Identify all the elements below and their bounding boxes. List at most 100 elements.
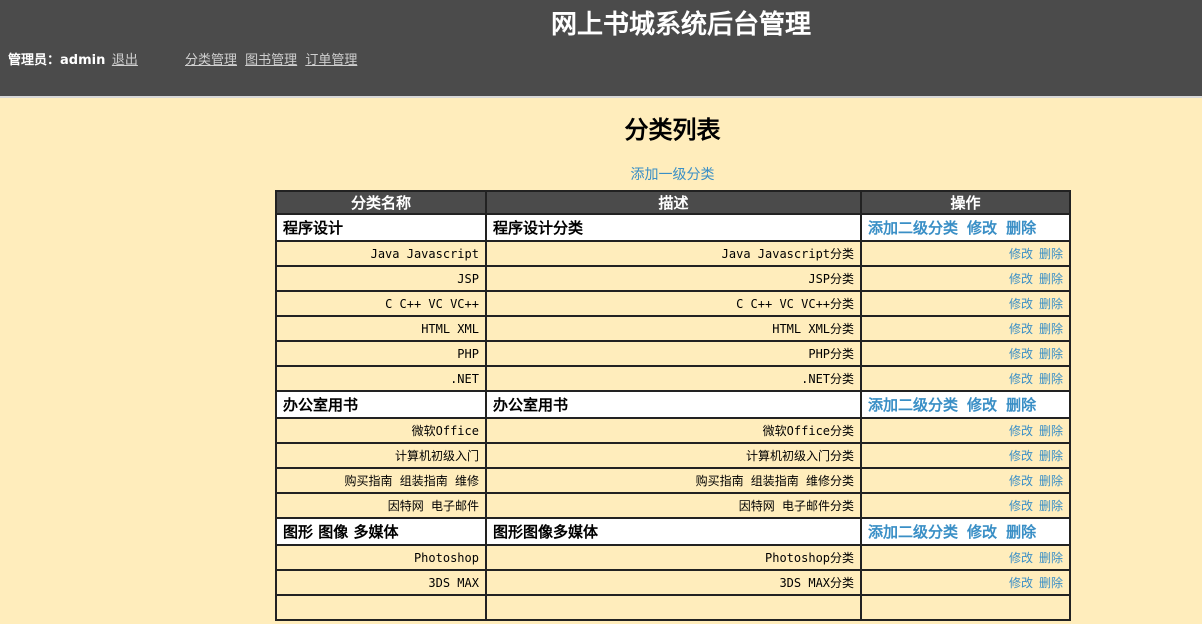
category-name-cell: 购买指南 组装指南 维修 bbox=[275, 467, 487, 494]
logout-link[interactable]: 退出 bbox=[112, 53, 138, 68]
category-ops-cell: 修改 删除 bbox=[860, 340, 1071, 367]
edit-link[interactable]: 修改 bbox=[1009, 576, 1033, 590]
add-subcategory-link[interactable]: 添加二级分类 bbox=[868, 396, 958, 414]
category-name-cell: JSP bbox=[275, 265, 487, 292]
delete-link[interactable]: 删除 bbox=[1039, 322, 1063, 336]
category-name-cell: 计算机初级入门 bbox=[275, 442, 487, 469]
delete-link[interactable]: 删除 bbox=[1039, 449, 1063, 463]
delete-link[interactable]: 删除 bbox=[1039, 247, 1063, 261]
category-row-level2: 微软Office 微软Office分类 修改 删除 bbox=[275, 417, 1071, 444]
category-desc-cell: PHP分类 bbox=[484, 340, 863, 367]
category-name-cell: PHP bbox=[275, 340, 487, 367]
edit-link[interactable]: 修改 bbox=[967, 396, 997, 414]
category-ops-cell: 修改 删除 bbox=[860, 569, 1071, 596]
category-desc-cell: 办公室用书 bbox=[484, 390, 863, 419]
delete-link[interactable]: 删除 bbox=[1039, 272, 1063, 286]
category-row-level2: 购买指南 组装指南 维修 购买指南 组装指南 维修分类 修改 删除 bbox=[275, 467, 1071, 494]
edit-link[interactable]: 修改 bbox=[1009, 247, 1033, 261]
column-header-desc: 描述 bbox=[484, 190, 863, 215]
edit-link[interactable]: 修改 bbox=[1009, 322, 1033, 336]
delete-link[interactable]: 删除 bbox=[1039, 499, 1063, 513]
column-header-ops: 操作 bbox=[860, 190, 1071, 215]
delete-link[interactable]: 删除 bbox=[1039, 474, 1063, 488]
category-desc-cell: JSP分类 bbox=[484, 265, 863, 292]
edit-link[interactable]: 修改 bbox=[1009, 551, 1033, 565]
category-name-cell: C C++ VC VC++ bbox=[275, 290, 487, 317]
add-subcategory-link[interactable]: 添加二级分类 bbox=[868, 219, 958, 237]
category-desc-cell: HTML XML分类 bbox=[484, 315, 863, 342]
category-ops-cell: 修改 删除 bbox=[860, 492, 1071, 519]
category-desc-cell: 微软Office分类 bbox=[484, 417, 863, 444]
category-row-level2: PHP PHP分类 修改 删除 bbox=[275, 340, 1071, 367]
category-table: 分类名称 描述 操作 程序设计 程序设计分类 添加二级分类 修改 删除 Java Java… bbox=[275, 190, 1071, 621]
category-row-level2: 计算机初级入门 计算机初级入门分类 修改 删除 bbox=[275, 442, 1071, 469]
delete-link[interactable]: 删除 bbox=[1039, 297, 1063, 311]
category-ops-cell: 修改 删除 bbox=[860, 265, 1071, 292]
category-desc-cell: 购买指南 组装指南 维修分类 bbox=[484, 467, 863, 494]
category-name-cell: Java Javascript bbox=[275, 240, 487, 267]
category-ops-cell: 修改 删除 bbox=[860, 544, 1071, 571]
admin-info: 管理员：admin 退出 bbox=[8, 49, 138, 68]
category-ops-cell: 添加二级分类 修改 删除 bbox=[860, 517, 1071, 546]
category-desc-cell: .NET分类 bbox=[484, 365, 863, 392]
category-name-cell: 3DS MAX bbox=[275, 569, 487, 596]
edit-link[interactable]: 修改 bbox=[967, 219, 997, 237]
category-desc-cell: 3DS MAX分类 bbox=[484, 569, 863, 596]
category-name-cell: 办公室用书 bbox=[275, 390, 487, 419]
add-top-category-link[interactable]: 添加一级分类 bbox=[0, 164, 1202, 184]
category-ops-cell: 修改 删除 bbox=[860, 442, 1071, 469]
delete-link[interactable]: 删除 bbox=[1006, 523, 1036, 541]
header-divider bbox=[0, 96, 1202, 98]
category-row-level1: 程序设计 程序设计分类 添加二级分类 修改 删除 bbox=[275, 213, 1071, 242]
category-ops-cell: 添加二级分类 修改 删除 bbox=[860, 213, 1071, 242]
category-ops-cell: 修改 删除 bbox=[860, 315, 1071, 342]
category-ops-cell: 修改 删除 bbox=[860, 240, 1071, 267]
header-bar: 网上书城系统后台管理 管理员：admin 退出 分类管理 图书管理 订单管理 bbox=[0, 0, 1202, 96]
delete-link[interactable]: 删除 bbox=[1006, 219, 1036, 237]
category-row-level2: Java Javascript Java Javascript分类 修改 删除 bbox=[275, 240, 1071, 267]
category-table-body: 程序设计 程序设计分类 添加二级分类 修改 删除 Java Javascript Java … bbox=[275, 213, 1071, 621]
category-desc-cell: C C++ VC VC++分类 bbox=[484, 290, 863, 317]
category-desc-cell: Java Javascript分类 bbox=[484, 240, 863, 267]
category-desc-cell: 因特网 电子邮件分类 bbox=[484, 492, 863, 519]
category-row-level2: HTML XML HTML XML分类 修改 删除 bbox=[275, 315, 1071, 342]
edit-link[interactable]: 修改 bbox=[1009, 424, 1033, 438]
delete-link[interactable]: 删除 bbox=[1039, 347, 1063, 361]
edit-link[interactable]: 修改 bbox=[1009, 297, 1033, 311]
site-title: 网上书城系统后台管理 bbox=[550, 10, 811, 40]
category-name-cell: 因特网 电子邮件 bbox=[275, 492, 487, 519]
nav-book-management[interactable]: 图书管理 bbox=[245, 53, 297, 68]
category-name-cell: 程序设计 bbox=[275, 213, 487, 242]
edit-link[interactable]: 修改 bbox=[1009, 272, 1033, 286]
delete-link[interactable]: 删除 bbox=[1039, 424, 1063, 438]
category-ops-cell: 修改 删除 bbox=[860, 290, 1071, 317]
category-row-level2: JSP JSP分类 修改 删除 bbox=[275, 265, 1071, 292]
edit-link[interactable]: 修改 bbox=[967, 523, 997, 541]
edit-link[interactable]: 修改 bbox=[1009, 474, 1033, 488]
nav-category-management[interactable]: 分类管理 bbox=[185, 53, 237, 68]
category-row-level2 bbox=[275, 594, 1071, 621]
category-desc-cell: 程序设计分类 bbox=[484, 213, 863, 242]
add-subcategory-link[interactable]: 添加二级分类 bbox=[868, 523, 958, 541]
delete-link[interactable]: 删除 bbox=[1006, 396, 1036, 414]
category-ops-cell: 修改 删除 bbox=[860, 365, 1071, 392]
category-row-level2: Photoshop Photoshop分类 修改 删除 bbox=[275, 544, 1071, 571]
category-desc-cell: Photoshop分类 bbox=[484, 544, 863, 571]
category-name-cell: 图形 图像 多媒体 bbox=[275, 517, 487, 546]
delete-link[interactable]: 删除 bbox=[1039, 576, 1063, 590]
category-desc-cell: 计算机初级入门分类 bbox=[484, 442, 863, 469]
admin-label: 管理员：admin bbox=[8, 53, 106, 68]
edit-link[interactable]: 修改 bbox=[1009, 449, 1033, 463]
column-header-name: 分类名称 bbox=[275, 190, 487, 215]
edit-link[interactable]: 修改 bbox=[1009, 347, 1033, 361]
category-ops-cell bbox=[860, 594, 1071, 621]
category-row-level2: C C++ VC VC++ C C++ VC VC++分类 修改 删除 bbox=[275, 290, 1071, 317]
nav-order-management[interactable]: 订单管理 bbox=[305, 53, 357, 68]
delete-link[interactable]: 删除 bbox=[1039, 551, 1063, 565]
category-row-level1: 办公室用书 办公室用书 添加二级分类 修改 删除 bbox=[275, 390, 1071, 419]
edit-link[interactable]: 修改 bbox=[1009, 499, 1033, 513]
category-row-level2: .NET .NET分类 修改 删除 bbox=[275, 365, 1071, 392]
category-desc-cell bbox=[484, 594, 863, 621]
delete-link[interactable]: 删除 bbox=[1039, 372, 1063, 386]
edit-link[interactable]: 修改 bbox=[1009, 372, 1033, 386]
